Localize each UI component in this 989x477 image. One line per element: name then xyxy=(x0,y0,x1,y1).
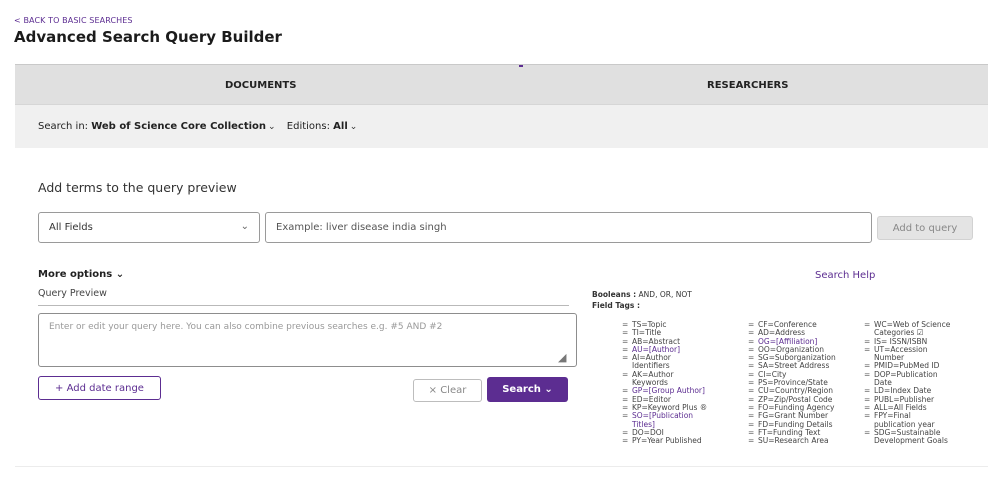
resize-handle-icon[interactable]: ◢ xyxy=(558,351,572,365)
add-terms-heading: Add terms to the query preview xyxy=(38,180,237,195)
chevron-down-icon: ⌄ xyxy=(115,269,125,280)
editions-dropdown[interactable]: All xyxy=(333,121,348,132)
field-tags-column-2: CF=ConferenceAD=AddressOG=[Affiliation]O… xyxy=(748,320,836,446)
search-in-bar: Search in: Web of Science Core Collectio… xyxy=(15,104,988,148)
bottom-divider xyxy=(15,466,988,467)
chevron-down-icon: ⌄ xyxy=(268,122,276,132)
add-to-query-button[interactable]: Add to query xyxy=(877,216,973,240)
field-select[interactable]: All Fields ⌄ xyxy=(38,212,260,243)
search-button[interactable]: Search ⌄ xyxy=(487,377,568,402)
back-to-basic-searches-link[interactable]: < BACK TO BASIC SEARCHES xyxy=(14,16,133,25)
query-preview-label: Query Preview xyxy=(38,288,107,299)
field-tags-column-1: TS=TopicTI=TitleAB=AbstractAU=[Author]AI… xyxy=(622,320,707,446)
booleans-label: Booleans : xyxy=(592,290,637,299)
query-preview-textarea[interactable] xyxy=(38,313,577,367)
field-tags-label-text: Field Tags : xyxy=(592,301,640,310)
field-tag-item: PY=Year Published xyxy=(622,436,707,445)
chevron-down-icon: ⌄ xyxy=(544,384,553,395)
clear-button[interactable]: × Clear xyxy=(413,379,482,402)
booleans-values: AND, OR, NOT xyxy=(638,290,692,299)
tabs-bar: DOCUMENTS RESEARCHERS xyxy=(15,64,988,104)
query-preview-divider xyxy=(38,305,569,306)
add-date-range-button[interactable]: + Add date range xyxy=(38,376,161,400)
tab-researchers[interactable]: RESEARCHERS xyxy=(707,80,788,91)
tab-indicator xyxy=(519,65,523,67)
field-tags-column-3: WC=Web of ScienceCategories ☑IS= ISSN/IS… xyxy=(864,320,950,446)
collection-dropdown[interactable]: Web of Science Core Collection xyxy=(91,121,266,132)
field-tag-item: Development Goals xyxy=(874,436,948,446)
search-in-label: Search in: xyxy=(38,121,89,132)
page-title: Advanced Search Query Builder xyxy=(14,28,282,46)
more-options-toggle[interactable]: More options ⌄ xyxy=(38,269,124,280)
tab-documents[interactable]: DOCUMENTS xyxy=(225,80,296,91)
more-options-label: More options xyxy=(38,269,113,280)
field-tag-item: SU=Research Area xyxy=(748,436,836,445)
search-help-link[interactable]: Search Help xyxy=(815,270,875,281)
chevron-down-icon: ⌄ xyxy=(240,221,249,232)
chevron-down-icon: ⌄ xyxy=(349,122,358,132)
search-button-label: Search xyxy=(502,384,541,395)
search-term-input[interactable] xyxy=(265,212,872,243)
field-select-value: All Fields xyxy=(49,222,93,233)
field-tags-label: Field Tags : xyxy=(592,301,640,310)
editions-label: Editions: xyxy=(286,121,330,132)
booleans-info: Booleans : AND, OR, NOT xyxy=(592,290,692,299)
